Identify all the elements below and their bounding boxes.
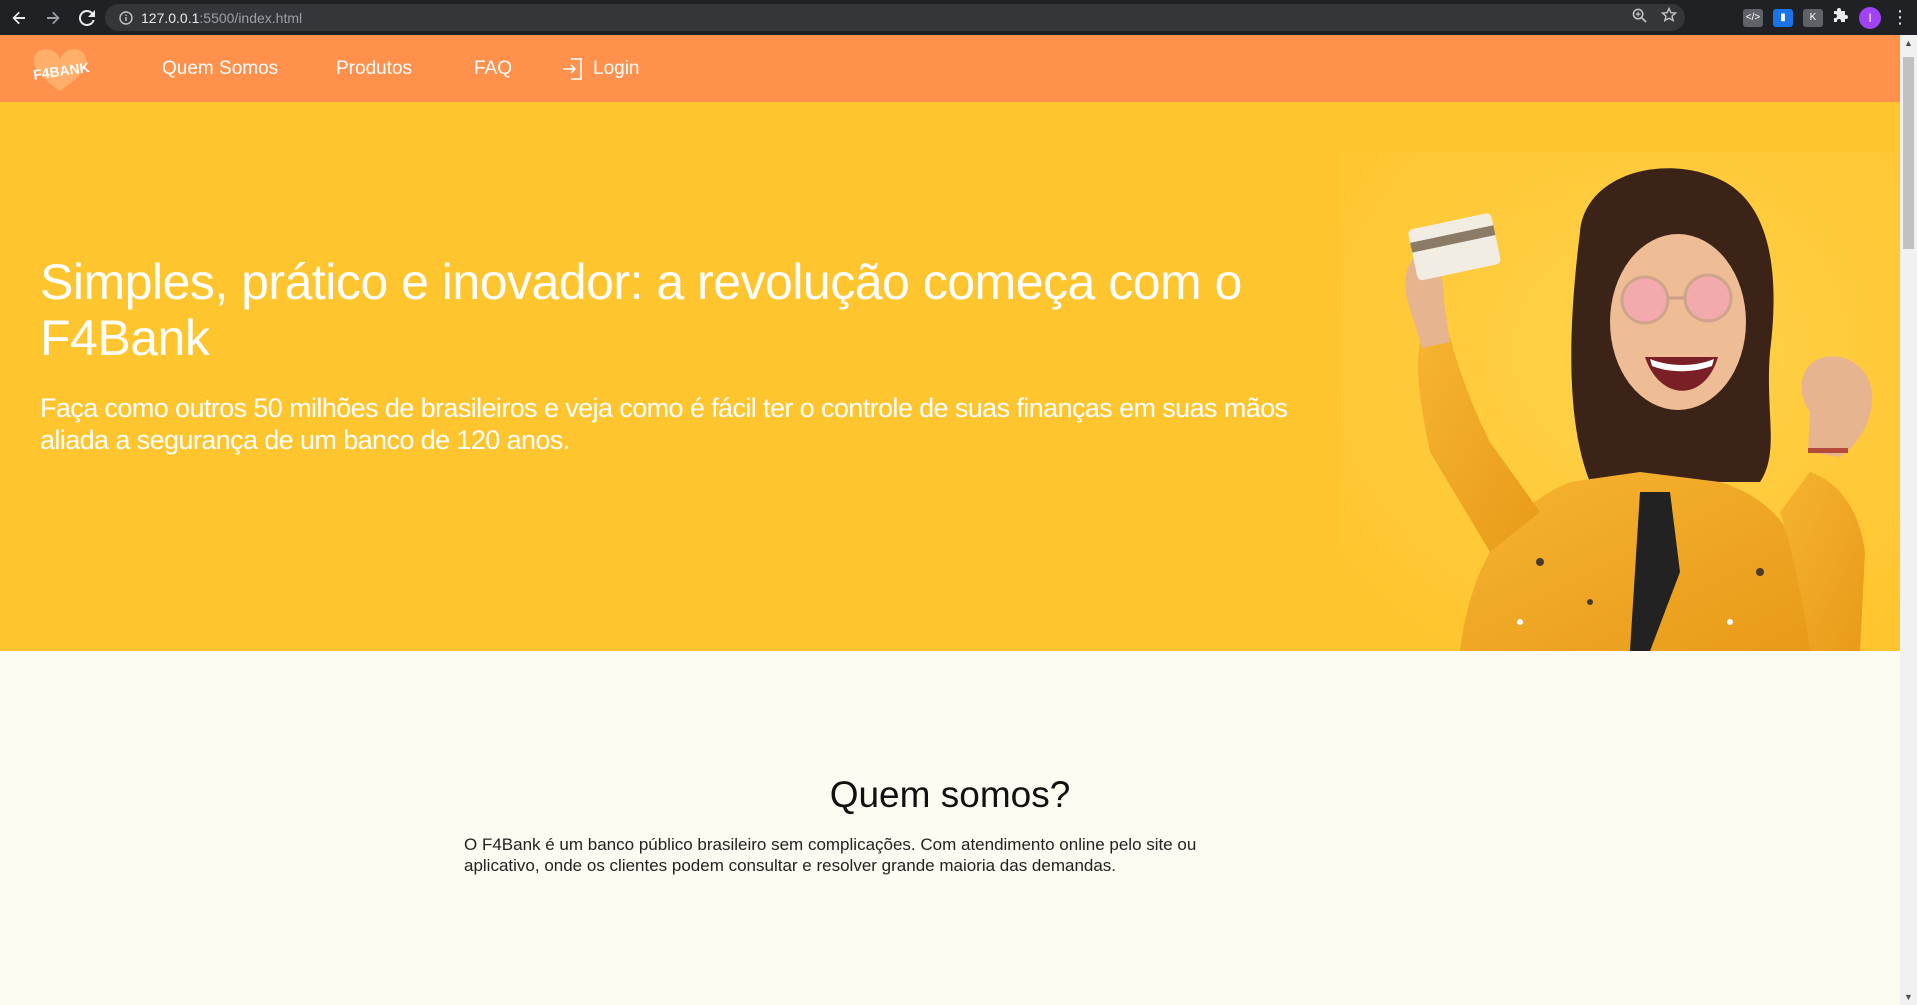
menu-kebab-icon[interactable]: ⋮ bbox=[1891, 7, 1909, 28]
star-icon[interactable] bbox=[1660, 6, 1678, 28]
hero-section: Simples, prático e inovador: a revolução… bbox=[0, 102, 1900, 651]
extension-code-icon[interactable]: </> bbox=[1743, 8, 1763, 27]
url-path: :5500/index.html bbox=[199, 9, 303, 26]
address-bar[interactable]: 127.0.0.1:5500/index.html bbox=[105, 4, 1685, 31]
about-text: O F4Bank é um banco público brasileiro s… bbox=[464, 835, 1197, 875]
browser-toolbar: 127.0.0.1:5500/index.html </> ▮ K I ⋮ bbox=[0, 0, 1917, 35]
site-header: F4BANK Quem Somos Produtos FAQ Login bbox=[0, 35, 1900, 102]
back-button[interactable] bbox=[4, 3, 34, 33]
reload-button[interactable] bbox=[72, 3, 102, 33]
forward-button[interactable] bbox=[38, 3, 68, 33]
hero-title: Simples, prático e inovador: a revolução… bbox=[40, 254, 1242, 366]
nav-link-produtos[interactable]: Produtos bbox=[336, 58, 412, 80]
nav-link-login[interactable]: Login bbox=[561, 57, 640, 81]
reload-icon bbox=[79, 9, 95, 26]
page-scrollbar[interactable]: ▲ ▼ bbox=[1900, 35, 1917, 1005]
url-text: 127.0.0.1:5500/index.html bbox=[141, 10, 302, 26]
arrow-left-icon bbox=[12, 11, 25, 24]
login-label: Login bbox=[593, 58, 640, 79]
scroll-up-icon[interactable]: ▲ bbox=[1904, 38, 1913, 48]
login-icon bbox=[563, 58, 582, 80]
about-heading: Quem somos? bbox=[829, 774, 1071, 815]
site-logo[interactable]: F4BANK bbox=[30, 45, 91, 93]
profile-avatar[interactable]: I bbox=[1859, 6, 1881, 29]
nav-link-quem-somos[interactable]: Quem Somos bbox=[162, 58, 278, 80]
extension-k-icon[interactable]: K bbox=[1803, 8, 1823, 27]
puzzle-icon[interactable] bbox=[1833, 7, 1849, 28]
extension-bookmark-icon[interactable]: ▮ bbox=[1773, 8, 1793, 27]
info-icon[interactable] bbox=[111, 10, 141, 25]
hero-woman-with-card-image bbox=[1340, 152, 1900, 651]
scrollbar-thumb[interactable] bbox=[1903, 57, 1914, 249]
arrow-right-icon bbox=[47, 11, 60, 24]
nav-link-faq[interactable]: FAQ bbox=[474, 58, 512, 80]
scroll-down-icon[interactable]: ▼ bbox=[1904, 992, 1913, 1002]
url-host: 127.0.0.1 bbox=[141, 9, 200, 26]
hero-subtitle: Faça como outros 50 milhões de brasileir… bbox=[40, 393, 1288, 455]
zoom-icon[interactable] bbox=[1632, 8, 1647, 28]
